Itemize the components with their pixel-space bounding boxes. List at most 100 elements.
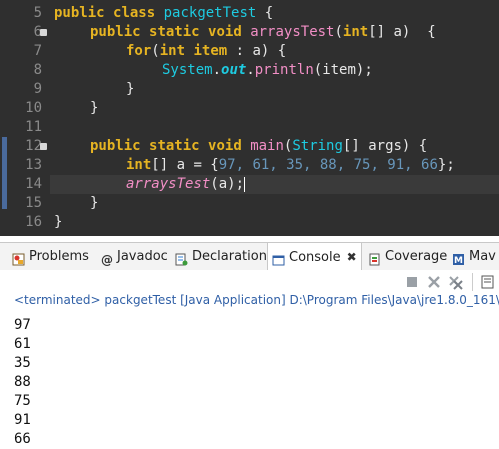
line-number: 6 [33, 24, 42, 40]
line-number-gutter: 5 6 7 8 9 10 11 12 13 14 15 16 [0, 0, 50, 236]
method-name: arraysTest [250, 24, 335, 40]
code-line-16: } [54, 213, 62, 232]
console-output-line: 61 [14, 336, 31, 352]
javadoc-icon: @ [100, 249, 113, 267]
fold-toggle-icon[interactable] [40, 29, 47, 36]
code-editor[interactable]: 5 6 7 8 9 10 11 12 13 14 15 16 public cl… [0, 0, 499, 236]
tab-label: Console [289, 250, 341, 265]
number-literals: 97, 61, 35, 88, 75, 91, 66 [218, 157, 438, 173]
code-line-13: int[] a = {97, 61, 35, 88, 75, 91, 66}; [126, 156, 455, 175]
clear-console-icon[interactable] [480, 274, 496, 290]
console-output-line: 91 [14, 412, 31, 428]
keyword: void [208, 24, 242, 40]
console-icon [272, 250, 285, 266]
class-name: System [162, 62, 213, 78]
code-line-5: public class packgetTest { [54, 4, 273, 23]
variable: item [193, 43, 228, 59]
keyword: static [149, 24, 200, 40]
keyword: public [54, 5, 105, 21]
code-line-7: for(int item : a) { [126, 42, 286, 61]
line-number: 14 [25, 176, 42, 192]
code-text: . [246, 62, 255, 78]
change-ruler [0, 0, 10, 236]
line-number: 7 [33, 43, 42, 59]
method-call: arraysTest [126, 176, 211, 192]
method-name: main [250, 138, 284, 154]
coverage-icon [368, 249, 381, 266]
code-line-15: } [90, 194, 98, 213]
line-number: 15 [25, 195, 42, 211]
line-number: 12 [25, 138, 42, 154]
text-caret [244, 176, 246, 192]
code-line-9: } [126, 80, 134, 99]
toolbar-separator [472, 273, 473, 291]
tab-javadoc[interactable]: @ Javadoc [100, 243, 168, 271]
fold-toggle-icon[interactable] [40, 143, 47, 150]
method-name: println [254, 62, 314, 78]
keyword: int [159, 43, 186, 59]
close-icon[interactable]: ✖ [347, 250, 357, 264]
current-line-highlight [50, 175, 499, 194]
keyword: int [126, 157, 152, 173]
line-number: 5 [33, 5, 42, 21]
code-text: [] a) { [368, 24, 436, 40]
keyword: for [126, 43, 152, 59]
tab-label: Mav [469, 249, 496, 264]
console-output-line: 75 [14, 393, 31, 409]
code-text: }; [437, 157, 455, 173]
declaration-icon [175, 249, 188, 266]
tab-console[interactable]: Console ✖ [267, 243, 362, 271]
tab-label: Javadoc [117, 249, 168, 264]
remove-launch-icon[interactable] [426, 274, 442, 290]
keyword: int [342, 24, 369, 40]
remove-all-terminated-icon[interactable] [448, 274, 464, 290]
line-number: 9 [33, 81, 42, 97]
view-tab-bar: Problems @ Javadoc Declaration Console ✖ … [0, 242, 499, 271]
console-output-line: 66 [14, 431, 31, 447]
line-number: 11 [25, 119, 42, 135]
console-output-line: 97 [14, 317, 31, 333]
class-name: packgetTest [163, 5, 257, 21]
console-toolbar [0, 270, 499, 294]
code-line-10: } [90, 99, 98, 118]
tab-problems[interactable]: Problems [12, 243, 89, 271]
line-number: 16 [25, 214, 42, 230]
code-text: } [90, 195, 99, 211]
line-number: 13 [25, 157, 42, 173]
console-output-line: 88 [14, 374, 31, 390]
tab-maven[interactable]: M Mav [452, 243, 496, 271]
code-text: } [90, 100, 99, 116]
line-number: 10 [25, 100, 42, 116]
class-name: String [292, 138, 343, 154]
code-text: { [256, 5, 274, 21]
change-marker [2, 137, 7, 209]
tab-coverage[interactable]: Coverage [368, 243, 447, 271]
keyword: public [90, 24, 141, 40]
code-text: ( [334, 24, 343, 40]
field-name: out [221, 62, 247, 78]
code-text: [] args) { [342, 138, 428, 154]
console-output[interactable]: 97 61 35 88 75 91 66 [14, 316, 31, 449]
code-line-12: public static void main(String[] args) { [90, 137, 427, 156]
tab-label: Declaration [192, 249, 267, 264]
tab-label: Problems [29, 249, 89, 264]
code-text: } [54, 214, 63, 230]
code-text: [] a = { [151, 157, 219, 173]
code-text: . [212, 62, 222, 78]
tab-declaration[interactable]: Declaration [175, 243, 267, 271]
problems-icon [12, 249, 25, 266]
svg-text:@: @ [101, 253, 113, 266]
svg-text:M: M [454, 256, 463, 266]
console-status: <terminated> packgetTest [Java Applicati… [14, 293, 499, 307]
code-line-8: System.out.println(item); [162, 61, 373, 80]
code-text: (a); [210, 176, 245, 192]
code-text: ( [151, 43, 160, 59]
keyword: static [149, 138, 200, 154]
terminate-icon[interactable] [404, 274, 420, 290]
code-line-6: public static void arraysTest(int[] a) { [90, 23, 436, 42]
console-output-line: 35 [14, 355, 31, 371]
keyword: void [208, 138, 242, 154]
maven-icon: M [452, 249, 465, 266]
line-number: 8 [33, 62, 42, 78]
code-line-14: arraysTest(a); [126, 175, 246, 194]
